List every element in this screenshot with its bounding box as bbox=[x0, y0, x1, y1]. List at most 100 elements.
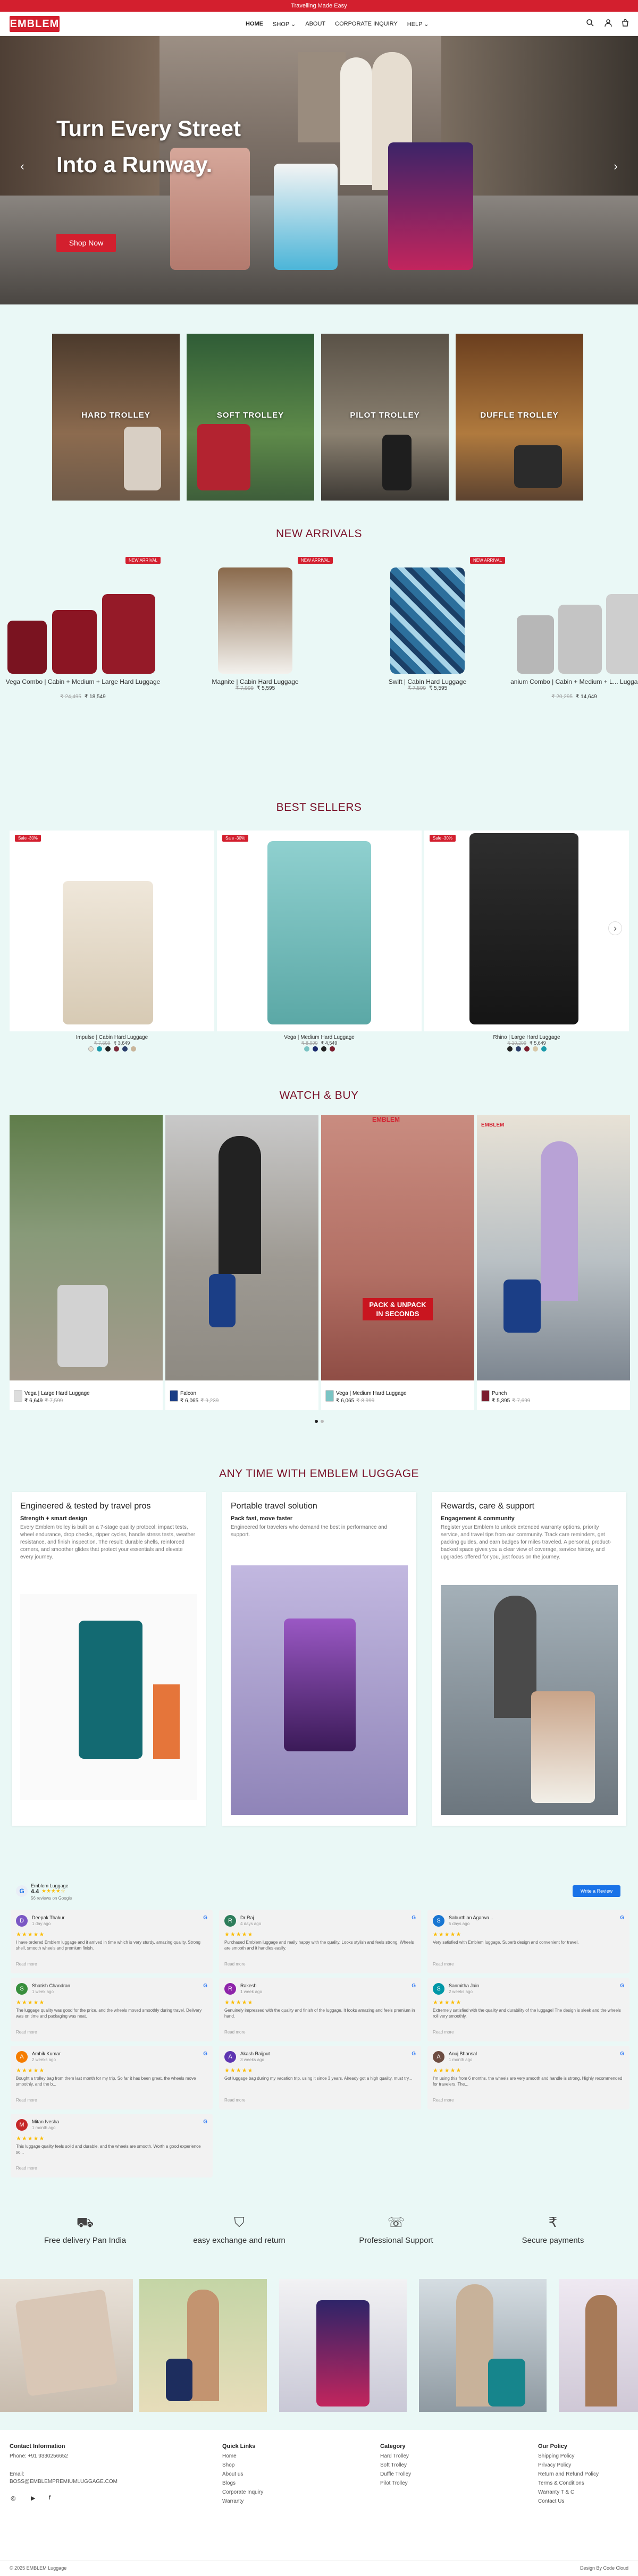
read-more-link[interactable]: Read more bbox=[16, 1962, 37, 1967]
color-swatch[interactable] bbox=[304, 1046, 309, 1052]
footer-link[interactable]: About us bbox=[222, 2471, 243, 2477]
youtube-icon[interactable]: ▶ bbox=[31, 2495, 35, 2502]
color-swatch[interactable] bbox=[507, 1046, 513, 1052]
hero-prev-arrow-icon[interactable]: ‹ bbox=[16, 160, 29, 173]
footer-phone[interactable]: Phone: +91 9330256652 bbox=[10, 2453, 68, 2459]
video-card[interactable]: EMBLEM Punch ₹ 5,395 ₹ 7,699 bbox=[477, 1115, 630, 1410]
footer-link[interactable]: Corporate Inquiry bbox=[222, 2489, 263, 2495]
read-more-link[interactable]: Read more bbox=[433, 2030, 454, 2035]
category-soft-trolley[interactable]: SOFT TROLLEY bbox=[187, 334, 314, 501]
color-swatch[interactable] bbox=[515, 1046, 521, 1052]
product-name[interactable]: Rhino | Large Hard Luggage bbox=[424, 1035, 629, 1040]
best-seller-card[interactable]: Sale -30% Vega | Medium Hard Luggage ₹ 8… bbox=[217, 831, 422, 1052]
product-card[interactable]: NEW ARRIVAL Magnite | Cabin Hard Luggage… bbox=[175, 557, 335, 701]
category-duffle-trolley[interactable]: DUFFLE TROLLEY bbox=[456, 334, 583, 501]
footer-category-link[interactable]: Soft Trolley bbox=[380, 2462, 407, 2468]
color-swatch[interactable] bbox=[88, 1046, 94, 1052]
video-product-name[interactable]: Vega | Large Hard Luggage bbox=[24, 1391, 90, 1396]
footer-policy-link[interactable]: Contact Us bbox=[538, 2498, 564, 2504]
cart-icon[interactable] bbox=[620, 19, 631, 29]
color-swatch[interactable] bbox=[524, 1046, 530, 1052]
product-card[interactable]: NEW ARRIVAL Vega Combo | Cabin + Medium … bbox=[3, 557, 163, 701]
read-more-link[interactable]: Read more bbox=[16, 2166, 37, 2171]
nav-about[interactable]: ABOUT bbox=[305, 21, 325, 28]
nav-help[interactable]: HELP ⌄ bbox=[407, 21, 429, 28]
read-more-link[interactable]: Read more bbox=[224, 1962, 246, 1967]
footer-category-link[interactable]: Pilot Trolley bbox=[380, 2480, 408, 2486]
video-card[interactable]: Vega | Large Hard Luggage ₹ 6,649 ₹ 7,599 bbox=[10, 1115, 163, 1410]
video-product-price: ₹ 6,649 ₹ 7,599 bbox=[24, 1398, 63, 1404]
facebook-icon[interactable]: f bbox=[49, 2495, 51, 2501]
footer-policy-link[interactable]: Return and Refund Policy bbox=[538, 2471, 599, 2477]
gallery-image[interactable] bbox=[139, 2279, 267, 2412]
product-name[interactable]: Titanium Combo | Cabin + Medium + L... L… bbox=[510, 678, 638, 685]
gallery-image[interactable] bbox=[0, 2279, 133, 2412]
color-swatch[interactable] bbox=[329, 1046, 335, 1052]
hero-next-arrow-icon[interactable]: › bbox=[609, 160, 622, 173]
color-swatch[interactable] bbox=[321, 1046, 326, 1052]
video-card[interactable]: EMBLEM PACK & UNPACK IN SECONDS Vega | Me… bbox=[321, 1115, 474, 1410]
footer-link[interactable]: Warranty bbox=[222, 2498, 244, 2504]
shop-now-button[interactable]: Shop Now bbox=[56, 234, 116, 252]
product-card[interactable]: NEW ARRIVAL Swift | Cabin Hard Luggage ₹… bbox=[348, 557, 507, 701]
product-card[interactable]: Titanium Combo | Cabin + Medium + L... L… bbox=[510, 557, 638, 701]
footer-link[interactable]: Blogs bbox=[222, 2480, 236, 2486]
gallery-image[interactable] bbox=[279, 2279, 407, 2412]
product-name[interactable]: Magnite | Cabin Hard Luggage bbox=[175, 678, 335, 685]
read-more-link[interactable]: Read more bbox=[16, 2098, 37, 2103]
footer-policy-link[interactable]: Shipping Policy bbox=[538, 2453, 574, 2459]
best-seller-card[interactable]: Sale -30% Impulse | Cabin Hard Luggage ₹… bbox=[10, 831, 214, 1052]
video-thumbnail[interactable]: EMBLEM bbox=[477, 1115, 630, 1380]
footer-email[interactable]: BOSS@EMBLEMPREMIUMLUGGAGE.COM bbox=[10, 2479, 117, 2485]
product-name[interactable]: Swift | Cabin Hard Luggage bbox=[348, 678, 507, 685]
nav-home[interactable]: HOME bbox=[246, 21, 263, 28]
brand-logo[interactable]: EMBLEM bbox=[10, 16, 60, 32]
footer-category-link[interactable]: Duffle Trolley bbox=[380, 2471, 411, 2477]
video-thumbnail[interactable] bbox=[165, 1115, 318, 1380]
footer-policy-link[interactable]: Privacy Policy bbox=[538, 2462, 571, 2468]
video-product-name[interactable]: Vega | Medium Hard Luggage bbox=[336, 1391, 407, 1396]
nav-corporate-inquiry[interactable]: CORPORATE INQUIRY bbox=[335, 21, 398, 28]
nav-shop[interactable]: SHOP ⌄ bbox=[273, 21, 296, 28]
color-swatch[interactable] bbox=[122, 1046, 128, 1052]
category-hard-trolley[interactable]: HARD TROLLEY bbox=[52, 334, 180, 501]
instagram-icon[interactable]: ◎ bbox=[11, 2495, 16, 2502]
video-product-name[interactable]: Falcon bbox=[180, 1391, 196, 1396]
gallery-image[interactable] bbox=[559, 2279, 638, 2412]
footer-quick-links-title: Quick Links bbox=[222, 2443, 256, 2450]
color-swatch[interactable] bbox=[541, 1046, 547, 1052]
read-more-link[interactable]: Read more bbox=[433, 1962, 454, 1967]
carousel-dot[interactable] bbox=[321, 1420, 324, 1423]
color-swatch[interactable] bbox=[130, 1046, 136, 1052]
video-thumbnail[interactable]: EMBLEM PACK & UNPACK IN SECONDS bbox=[321, 1115, 474, 1380]
hero-suitcase-blue bbox=[274, 164, 338, 270]
best-seller-card[interactable]: Sale -30% Rhino | Large Hard Luggage ₹ 1… bbox=[424, 831, 629, 1052]
product-name[interactable]: Impulse | Cabin Hard Luggage bbox=[10, 1035, 214, 1040]
product-name[interactable]: Vega Combo | Cabin + Medium + Large Hard… bbox=[3, 678, 163, 685]
footer-link[interactable]: Home bbox=[222, 2453, 237, 2459]
footer-category-link[interactable]: Hard Trolley bbox=[380, 2453, 409, 2459]
read-more-link[interactable]: Read more bbox=[224, 2030, 246, 2035]
read-more-link[interactable]: Read more bbox=[224, 2098, 246, 2103]
read-more-link[interactable]: Read more bbox=[433, 2098, 454, 2103]
color-swatch[interactable] bbox=[96, 1046, 102, 1052]
category-pilot-trolley[interactable]: PILOT TROLLEY bbox=[321, 334, 449, 501]
color-swatch[interactable] bbox=[113, 1046, 119, 1052]
footer-policy-link[interactable]: Terms & Conditions bbox=[538, 2480, 584, 2486]
product-name[interactable]: Vega | Medium Hard Luggage bbox=[217, 1035, 422, 1040]
account-icon[interactable] bbox=[603, 19, 614, 29]
footer-link[interactable]: Shop bbox=[222, 2462, 234, 2468]
video-product-name[interactable]: Punch bbox=[492, 1391, 507, 1396]
search-icon[interactable] bbox=[585, 19, 595, 29]
carousel-dot[interactable] bbox=[315, 1420, 318, 1423]
gallery-image[interactable] bbox=[419, 2279, 547, 2412]
footer-policy-link[interactable]: Warranty T & C bbox=[538, 2489, 574, 2495]
color-swatch[interactable] bbox=[105, 1046, 111, 1052]
write-review-button[interactable]: Write a Review bbox=[573, 1885, 620, 1897]
read-more-link[interactable]: Read more bbox=[16, 2030, 37, 2035]
color-swatch[interactable] bbox=[532, 1046, 538, 1052]
video-card[interactable]: Falcon ₹ 6,065 ₹ 9,239 bbox=[165, 1115, 318, 1410]
color-swatch[interactable] bbox=[312, 1046, 318, 1052]
video-thumbnail[interactable] bbox=[10, 1115, 163, 1380]
best-sellers-next-arrow-icon[interactable]: › bbox=[608, 921, 622, 935]
